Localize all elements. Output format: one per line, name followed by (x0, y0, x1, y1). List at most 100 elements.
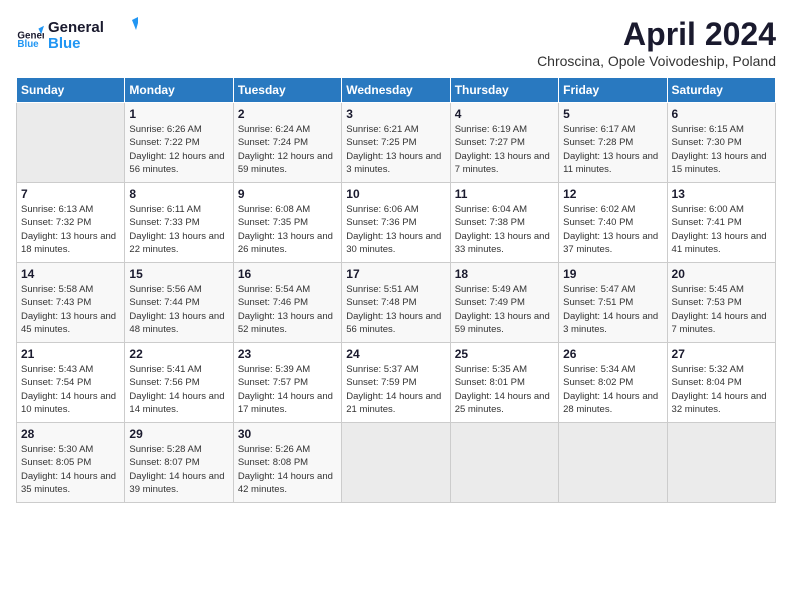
day-detail: Sunrise: 5:49 AMSunset: 7:49 PMDaylight:… (455, 283, 554, 336)
calendar-cell: 27 Sunrise: 5:32 AMSunset: 8:04 PMDaylig… (667, 343, 775, 423)
day-number: 1 (129, 107, 228, 121)
day-detail: Sunrise: 6:15 AMSunset: 7:30 PMDaylight:… (672, 123, 771, 176)
calendar-cell: 9 Sunrise: 6:08 AMSunset: 7:35 PMDayligh… (233, 183, 341, 263)
calendar-cell: 18 Sunrise: 5:49 AMSunset: 7:49 PMDaylig… (450, 263, 558, 343)
day-detail: Sunrise: 6:04 AMSunset: 7:38 PMDaylight:… (455, 203, 554, 256)
calendar-cell: 4 Sunrise: 6:19 AMSunset: 7:27 PMDayligh… (450, 103, 558, 183)
day-detail: Sunrise: 5:56 AMSunset: 7:44 PMDaylight:… (129, 283, 228, 336)
day-number: 20 (672, 267, 771, 281)
day-number: 12 (563, 187, 662, 201)
calendar-cell: 16 Sunrise: 5:54 AMSunset: 7:46 PMDaylig… (233, 263, 341, 343)
calendar-cell: 30 Sunrise: 5:26 AMSunset: 8:08 PMDaylig… (233, 423, 341, 503)
day-number: 6 (672, 107, 771, 121)
day-detail: Sunrise: 6:17 AMSunset: 7:28 PMDaylight:… (563, 123, 662, 176)
day-detail: Sunrise: 5:43 AMSunset: 7:54 PMDaylight:… (21, 363, 120, 416)
calendar-cell: 29 Sunrise: 5:28 AMSunset: 8:07 PMDaylig… (125, 423, 233, 503)
day-number: 4 (455, 107, 554, 121)
day-detail: Sunrise: 5:51 AMSunset: 7:48 PMDaylight:… (346, 283, 445, 336)
day-detail: Sunrise: 5:28 AMSunset: 8:07 PMDaylight:… (129, 443, 228, 496)
calendar-cell: 6 Sunrise: 6:15 AMSunset: 7:30 PMDayligh… (667, 103, 775, 183)
calendar-week-row: 21 Sunrise: 5:43 AMSunset: 7:54 PMDaylig… (17, 343, 776, 423)
day-detail: Sunrise: 5:47 AMSunset: 7:51 PMDaylight:… (563, 283, 662, 336)
day-number: 25 (455, 347, 554, 361)
day-detail: Sunrise: 6:08 AMSunset: 7:35 PMDaylight:… (238, 203, 337, 256)
calendar-cell: 23 Sunrise: 5:39 AMSunset: 7:57 PMDaylig… (233, 343, 341, 423)
calendar-week-row: 28 Sunrise: 5:30 AMSunset: 8:05 PMDaylig… (17, 423, 776, 503)
day-number: 19 (563, 267, 662, 281)
calendar-cell: 12 Sunrise: 6:02 AMSunset: 7:40 PMDaylig… (559, 183, 667, 263)
day-detail: Sunrise: 6:02 AMSunset: 7:40 PMDaylight:… (563, 203, 662, 256)
calendar-cell: 26 Sunrise: 5:34 AMSunset: 8:02 PMDaylig… (559, 343, 667, 423)
calendar-week-row: 14 Sunrise: 5:58 AMSunset: 7:43 PMDaylig… (17, 263, 776, 343)
calendar-cell: 15 Sunrise: 5:56 AMSunset: 7:44 PMDaylig… (125, 263, 233, 343)
page-header: General Blue General Blue April 2024 Chr… (16, 16, 776, 69)
day-number: 10 (346, 187, 445, 201)
day-detail: Sunrise: 6:26 AMSunset: 7:22 PMDaylight:… (129, 123, 228, 176)
weekday-header: Monday (125, 78, 233, 103)
day-number: 8 (129, 187, 228, 201)
day-detail: Sunrise: 5:35 AMSunset: 8:01 PMDaylight:… (455, 363, 554, 416)
calendar-cell: 2 Sunrise: 6:24 AMSunset: 7:24 PMDayligh… (233, 103, 341, 183)
calendar-cell (450, 423, 558, 503)
day-number: 14 (21, 267, 120, 281)
calendar-cell: 5 Sunrise: 6:17 AMSunset: 7:28 PMDayligh… (559, 103, 667, 183)
day-detail: Sunrise: 5:39 AMSunset: 7:57 PMDaylight:… (238, 363, 337, 416)
calendar-cell: 17 Sunrise: 5:51 AMSunset: 7:48 PMDaylig… (342, 263, 450, 343)
day-number: 22 (129, 347, 228, 361)
day-number: 30 (238, 427, 337, 441)
calendar-cell: 3 Sunrise: 6:21 AMSunset: 7:25 PMDayligh… (342, 103, 450, 183)
month-title: April 2024 (537, 16, 776, 53)
calendar-cell (17, 103, 125, 183)
calendar-cell: 21 Sunrise: 5:43 AMSunset: 7:54 PMDaylig… (17, 343, 125, 423)
weekday-header: Tuesday (233, 78, 341, 103)
day-detail: Sunrise: 5:54 AMSunset: 7:46 PMDaylight:… (238, 283, 337, 336)
day-detail: Sunrise: 6:11 AMSunset: 7:33 PMDaylight:… (129, 203, 228, 256)
day-number: 17 (346, 267, 445, 281)
day-detail: Sunrise: 5:45 AMSunset: 7:53 PMDaylight:… (672, 283, 771, 336)
weekday-header: Thursday (450, 78, 558, 103)
calendar-cell: 13 Sunrise: 6:00 AMSunset: 7:41 PMDaylig… (667, 183, 775, 263)
weekday-header: Saturday (667, 78, 775, 103)
calendar-cell: 19 Sunrise: 5:47 AMSunset: 7:51 PMDaylig… (559, 263, 667, 343)
day-number: 26 (563, 347, 662, 361)
svg-text:Blue: Blue (48, 35, 81, 52)
day-detail: Sunrise: 6:06 AMSunset: 7:36 PMDaylight:… (346, 203, 445, 256)
day-number: 9 (238, 187, 337, 201)
day-detail: Sunrise: 5:41 AMSunset: 7:56 PMDaylight:… (129, 363, 228, 416)
calendar-week-row: 1 Sunrise: 6:26 AMSunset: 7:22 PMDayligh… (17, 103, 776, 183)
day-number: 27 (672, 347, 771, 361)
calendar-cell: 11 Sunrise: 6:04 AMSunset: 7:38 PMDaylig… (450, 183, 558, 263)
day-number: 29 (129, 427, 228, 441)
day-number: 3 (346, 107, 445, 121)
day-number: 16 (238, 267, 337, 281)
calendar-cell: 22 Sunrise: 5:41 AMSunset: 7:56 PMDaylig… (125, 343, 233, 423)
day-number: 23 (238, 347, 337, 361)
svg-text:Blue: Blue (17, 38, 39, 49)
day-detail: Sunrise: 6:19 AMSunset: 7:27 PMDaylight:… (455, 123, 554, 176)
calendar-cell: 20 Sunrise: 5:45 AMSunset: 7:53 PMDaylig… (667, 263, 775, 343)
calendar-cell (559, 423, 667, 503)
calendar-body: 1 Sunrise: 6:26 AMSunset: 7:22 PMDayligh… (17, 103, 776, 503)
calendar-cell: 8 Sunrise: 6:11 AMSunset: 7:33 PMDayligh… (125, 183, 233, 263)
calendar-cell: 24 Sunrise: 5:37 AMSunset: 7:59 PMDaylig… (342, 343, 450, 423)
day-detail: Sunrise: 5:30 AMSunset: 8:05 PMDaylight:… (21, 443, 120, 496)
calendar-cell: 14 Sunrise: 5:58 AMSunset: 7:43 PMDaylig… (17, 263, 125, 343)
day-number: 15 (129, 267, 228, 281)
day-number: 7 (21, 187, 120, 201)
day-number: 2 (238, 107, 337, 121)
title-block: April 2024 Chroscina, Opole Voivodeship,… (537, 16, 776, 69)
calendar-header-row: SundayMondayTuesdayWednesdayThursdayFrid… (17, 78, 776, 103)
day-detail: Sunrise: 6:24 AMSunset: 7:24 PMDaylight:… (238, 123, 337, 176)
calendar-cell: 28 Sunrise: 5:30 AMSunset: 8:05 PMDaylig… (17, 423, 125, 503)
calendar-cell: 1 Sunrise: 6:26 AMSunset: 7:22 PMDayligh… (125, 103, 233, 183)
day-number: 24 (346, 347, 445, 361)
logo-svg: General Blue (48, 16, 138, 52)
day-detail: Sunrise: 6:21 AMSunset: 7:25 PMDaylight:… (346, 123, 445, 176)
day-detail: Sunrise: 6:00 AMSunset: 7:41 PMDaylight:… (672, 203, 771, 256)
day-detail: Sunrise: 6:13 AMSunset: 7:32 PMDaylight:… (21, 203, 120, 256)
weekday-header: Friday (559, 78, 667, 103)
day-number: 21 (21, 347, 120, 361)
calendar-week-row: 7 Sunrise: 6:13 AMSunset: 7:32 PMDayligh… (17, 183, 776, 263)
weekday-header: Sunday (17, 78, 125, 103)
day-detail: Sunrise: 5:32 AMSunset: 8:04 PMDaylight:… (672, 363, 771, 416)
